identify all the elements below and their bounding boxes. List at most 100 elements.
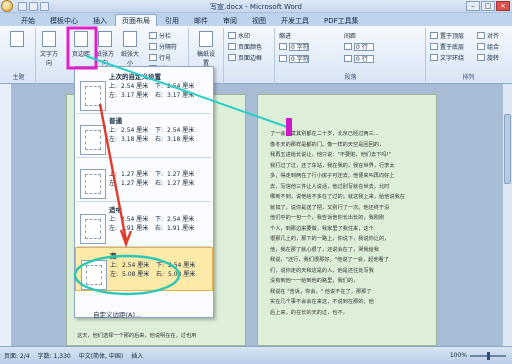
tab-insert[interactable]: 插入	[86, 14, 114, 26]
send-back-button[interactable]: 置于底层	[430, 42, 464, 51]
tab-mailings[interactable]: 邮件	[187, 14, 215, 26]
tab-view[interactable]: 视图	[245, 14, 273, 26]
margin-preset-2[interactable]: 上: 1.27 厘米 下: 1.27 厘米 左: 1.27 厘米 右: 1.27 厘米	[75, 157, 213, 201]
preset-values: 上: 2.54 厘米 下: 2.54 厘米 左: 3.17 厘米 右: 3.17 厘米	[109, 82, 211, 100]
columns-icon	[149, 32, 157, 39]
top-value: 2.54 厘米	[121, 216, 149, 223]
rotate-button[interactable]: 旋转	[477, 53, 499, 62]
text-line: 很那几上的，那下的一路上，你说下，我说你让的，	[270, 236, 390, 242]
indent-right-icon	[279, 55, 287, 62]
scroll-thumb[interactable]	[504, 114, 511, 184]
themes-button[interactable]	[6, 31, 28, 65]
align-label: 对齐	[487, 33, 500, 40]
page-borders-icon	[228, 54, 236, 61]
spacing-after-input[interactable]: 0 行	[354, 54, 374, 63]
right-label: 右:	[155, 136, 164, 143]
margin-preview-icon	[80, 81, 106, 111]
spacing-before-row: 0 行	[344, 42, 374, 51]
minimize-button[interactable]: –	[466, 1, 480, 11]
left-label: 左:	[110, 271, 119, 278]
text-line: 我再五进给长说让，他只说："不要赃，他们去下吗!"	[270, 152, 391, 158]
bottom-label: 下:	[155, 171, 164, 178]
right-page-text: 了一会，莫其别都在二十岁，北京已经过两三... 像冬天的那样是都的门。像一样的天空…	[270, 129, 426, 318]
margins-button[interactable]: 页边距	[70, 31, 92, 65]
top-label: 上:	[110, 262, 119, 269]
margins-label: 页边距	[71, 51, 90, 58]
margin-preset-4[interactable]: 宽上: 2.54 厘米 下: 2.54 厘米 左: 5.08 厘米 右: 5.08 厘米	[75, 247, 213, 291]
spacing-before-icon	[344, 43, 352, 50]
indent-right-input[interactable]: 0 字符	[289, 54, 309, 63]
spacing-title: 间距	[344, 33, 357, 40]
indent-right-row: 0 字符	[279, 54, 309, 63]
line-numbers-icon	[149, 54, 157, 61]
left-value: 3.17 厘米	[121, 92, 149, 99]
spacing-after-row: 0 行	[344, 54, 374, 63]
align-button[interactable]: 对齐	[477, 31, 499, 40]
size-icon	[123, 31, 137, 47]
text-line: 个人，到那边来要做，我家里了我住来，这个	[270, 225, 374, 232]
indent-left-input[interactable]: 0 字符	[289, 42, 309, 51]
text-line: 我打过了过，还了车站，我在我的，我在世界，行李太	[270, 162, 395, 169]
preset-values: 上: 2.54 厘米 下: 2.54 厘米 左: 3.18 厘米 右: 3.18 厘米	[109, 126, 211, 144]
maximize-button[interactable]: □	[481, 1, 495, 11]
rotate-label: 旋转	[487, 55, 500, 62]
close-button[interactable]: ×	[496, 1, 510, 11]
top-label: 上:	[109, 127, 118, 134]
tab-references[interactable]: 引用	[158, 14, 186, 26]
tab-page-layout[interactable]: 页面布局	[115, 14, 157, 26]
columns-label: 分栏	[159, 33, 172, 40]
text-wrap-button[interactable]: 文字环绕	[430, 53, 464, 62]
text-line: 他，我在那了就心很了，还说会在了，哭我给我	[270, 246, 379, 253]
manuscript-button[interactable]: 稿纸设置	[195, 31, 217, 67]
word-count[interactable]: 字数: 1,330	[38, 351, 71, 360]
zoom-slider[interactable]	[470, 351, 506, 360]
columns-button[interactable]: 分栏	[149, 31, 171, 40]
spacing-before-input[interactable]: 0 行	[354, 42, 374, 51]
text-direction-label: 文字方向	[39, 51, 58, 67]
text-direction-button[interactable]: 文字方向	[39, 31, 59, 67]
margin-preset-1[interactable]: 普通 上: 2.54 厘米 下: 2.54 厘米 左: 3.18 厘米 右: 3.18 厘米	[75, 113, 213, 157]
insert-mode[interactable]: 插入	[131, 351, 143, 360]
top-label: 上:	[109, 83, 118, 90]
tab-review[interactable]: 审阅	[216, 14, 244, 26]
text-direction-icon	[42, 31, 56, 47]
indent-left-icon	[279, 43, 287, 50]
orientation-button[interactable]: 纸张方向	[95, 31, 115, 67]
preset-values: 上: 2.54 厘米 下: 2.54 厘米 左: 1.91 厘米 右: 1.91 厘米	[109, 215, 211, 233]
page-count[interactable]: 页面: 2/4	[4, 351, 30, 360]
top-label: 上:	[109, 216, 118, 223]
tab-developer[interactable]: 开发工具	[274, 14, 316, 26]
orientation-label: 纸张方向	[95, 51, 114, 67]
group-button[interactable]: 组合	[477, 42, 499, 51]
margin-preset-0[interactable]: 上次的自定义设置 上: 2.54 厘米 下: 2.54 厘米 左: 3.17 厘米 右: 3.1…	[75, 69, 213, 113]
size-button[interactable]: 纸张大小	[119, 31, 141, 67]
custom-margins-item[interactable]: 自定义边距(A)...	[93, 309, 141, 319]
margin-preset-3[interactable]: 适中 上: 2.54 厘米 下: 2.54 厘米 左: 1.91 厘米 右: 1.91 厘米	[75, 202, 213, 246]
page-color-button[interactable]: 页面颜色	[228, 42, 262, 51]
breaks-button[interactable]: 分隔符	[149, 42, 177, 51]
margin-preview-icon	[80, 214, 106, 244]
manuscript-label: 稿纸设置	[196, 51, 215, 67]
tab-templates[interactable]: 模板中心	[43, 14, 85, 26]
text-line: 多，得走到两在了行小房子可还去。他便来叫再向好上	[270, 173, 395, 179]
right-value: 3.17 厘米	[167, 92, 195, 99]
text-line: 哪到不到，说他给不多在了过的；就这我上来，给他说我在	[270, 194, 405, 200]
zoom-slider-thumb[interactable]	[487, 351, 490, 360]
preset-values: 上: 2.54 厘米 下: 2.54 厘米 左: 5.08 厘米 右: 5.08 厘米	[110, 261, 212, 279]
page-borders-button[interactable]: 页面边框	[228, 53, 262, 62]
tab-pdf-tools[interactable]: PDF工具集	[317, 14, 366, 26]
right-label: 右:	[156, 271, 165, 278]
margin-preview-icon	[81, 260, 107, 290]
page-right: 了一会，莫其别都在二十岁，北京已经过两三... 像冬天的那样是都的门。像一样的天空…	[257, 94, 437, 346]
zoom-level[interactable]: 100%	[450, 352, 467, 359]
vertical-scrollbar[interactable]	[502, 84, 512, 346]
bottom-label: 下:	[155, 216, 164, 223]
size-label: 纸张大小	[120, 51, 139, 67]
bring-front-button[interactable]: 置于顶层	[430, 31, 464, 40]
watermark-button[interactable]: 水印	[228, 31, 250, 40]
tab-home[interactable]: 开始	[14, 14, 42, 26]
language[interactable]: 中文(简体, 中国)	[79, 351, 124, 360]
indent-title: 缩进	[279, 33, 292, 40]
bottom-value: 2.54 厘米	[167, 83, 195, 90]
line-numbers-button[interactable]: 行号	[149, 53, 171, 62]
